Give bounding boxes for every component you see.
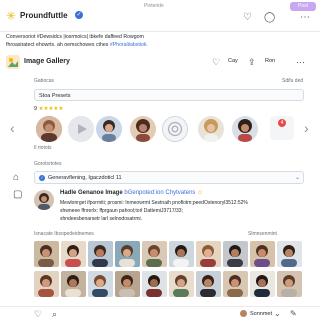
gallery-title: Image Gallery	[24, 58, 70, 65]
preset-search-input[interactable]: Stoa Presets	[34, 89, 304, 101]
grid-image[interactable]	[34, 271, 59, 297]
chevron-icon[interactable]: ⌄	[274, 309, 281, 319]
grid-image[interactable]	[250, 271, 275, 297]
generation-dropdown[interactable]: ✓ Generavflening, Igaczdoticl 11 ⌄	[34, 171, 304, 184]
grid-image[interactable]	[142, 271, 167, 297]
generation-dropdown-value: Generavflening, Igaczdoticl 11	[48, 175, 122, 181]
menu-icon[interactable]: ⋯	[300, 13, 310, 23]
rating-stars[interactable]: ★★★★★	[39, 106, 64, 112]
preset-search-value: Stoa Presets	[39, 93, 71, 99]
grid-image[interactable]	[223, 241, 248, 267]
user-avatar-small[interactable]	[240, 310, 247, 317]
post-line-2: fhroasiratect ehowrts. ah oemschowes cth…	[6, 42, 148, 48]
verified-badge-icon: ✓	[75, 11, 83, 19]
generating-line-3: shndeesbenarsetr larl selnodosatrmi.	[60, 216, 142, 222]
grid-image[interactable]	[61, 271, 86, 297]
square-icon[interactable]: ▢	[13, 190, 22, 200]
heart-icon[interactable]: ♡	[243, 13, 252, 23]
grid-header-left: Isnacate Ibsopedeidnemes	[34, 231, 94, 237]
image-grid	[34, 241, 302, 305]
profiles-count: Il riotots	[34, 145, 52, 151]
grid-image[interactable]	[196, 271, 221, 297]
grid-image[interactable]	[169, 271, 194, 297]
video-thumb-1[interactable]	[68, 116, 94, 142]
more-icon[interactable]: ⋯	[296, 57, 305, 67]
bottom-right-label[interactable]: Sonnmet	[250, 311, 272, 317]
grid-image[interactable]	[250, 241, 275, 267]
grid-image[interactable]	[88, 241, 113, 267]
bottom-bar: ♡ ⌕ Sonnmet ⌄ ✎	[0, 306, 320, 320]
gallery-icon	[6, 55, 20, 69]
grid-image[interactable]	[223, 271, 248, 297]
avatar-2[interactable]	[96, 116, 122, 142]
notification-badge: 4	[278, 119, 286, 127]
avatar-5[interactable]	[232, 116, 258, 142]
chat-icon[interactable]: ◯	[264, 13, 275, 23]
smile-icon: ☺	[197, 190, 204, 196]
generating-title-link[interactable]: bGenpoted:ion Chytvatens	[124, 190, 195, 196]
grid-image[interactable]	[169, 241, 194, 267]
rating-prefix: 9	[34, 106, 38, 112]
search-icon[interactable]: ⌕	[52, 309, 57, 319]
carousel-next-icon[interactable]: ›	[304, 121, 309, 135]
avatar-1[interactable]	[36, 116, 62, 142]
top-bar: ✳ Proundfuttle ✓ Pinteride Post ♡ ◯ ⋯	[0, 0, 320, 32]
notification-tile[interactable]: 4	[270, 116, 294, 140]
section-right-label: Sdifu ded	[282, 78, 304, 84]
rating-row: 9 ★★★★★	[34, 106, 63, 112]
grid-image[interactable]	[115, 271, 140, 297]
grid-image[interactable]	[277, 241, 302, 267]
grid-image[interactable]	[277, 271, 302, 297]
post-line-1: Conversoriot #Dewsidcs |iosrmoics| ibkef…	[6, 34, 144, 40]
faces-label: Gorotsrtotes	[34, 161, 62, 167]
app-title: Pinteride	[144, 3, 164, 9]
gallery-action-ron[interactable]: Ron	[265, 58, 275, 64]
heart-bottom-icon[interactable]: ♡	[34, 309, 42, 319]
avatar-4[interactable]	[198, 116, 224, 142]
upload-icon[interactable]: ⇪	[248, 57, 256, 67]
avatar-3[interactable]	[130, 116, 156, 142]
generating-title: Hadle Genanoe Image bGenpoted:ion Chytva…	[60, 190, 204, 196]
grid-image[interactable]	[196, 241, 221, 267]
section-label: Gabocas	[34, 78, 55, 84]
carousel-prev-icon[interactable]: ‹	[10, 121, 15, 135]
grid-header-right: Slmnsenmint	[248, 231, 277, 237]
generating-line-1: Mewlonrget ifpormiti; prosmi: Inmeowrmt …	[60, 200, 248, 206]
heart-outline-icon[interactable]: ♡	[212, 57, 220, 67]
hashtag-link[interactable]: #Phoraliiabstiok.	[110, 42, 148, 48]
edit-icon[interactable]: ✎	[290, 309, 297, 319]
home-icon[interactable]: ⌂	[13, 173, 19, 183]
chevron-down-icon: ⌄	[295, 175, 301, 181]
placeholder-avatar[interactable]	[162, 116, 188, 142]
grid-image[interactable]	[142, 241, 167, 267]
check-icon: ✓	[39, 175, 45, 181]
grid-image[interactable]	[115, 241, 140, 267]
generating-line-2: shwneee ffnrerlx: ffprgaun pahool;torl D…	[60, 208, 183, 214]
post-button[interactable]: Post	[290, 2, 316, 11]
generator-avatar	[34, 190, 54, 210]
grid-image[interactable]	[88, 271, 113, 297]
gallery-action-cay[interactable]: Cay	[228, 58, 238, 64]
profile-name: Proundfuttle	[20, 11, 68, 20]
grid-image[interactable]	[34, 241, 59, 267]
grid-image[interactable]	[61, 241, 86, 267]
sparkle-icon: ✳	[6, 9, 17, 23]
